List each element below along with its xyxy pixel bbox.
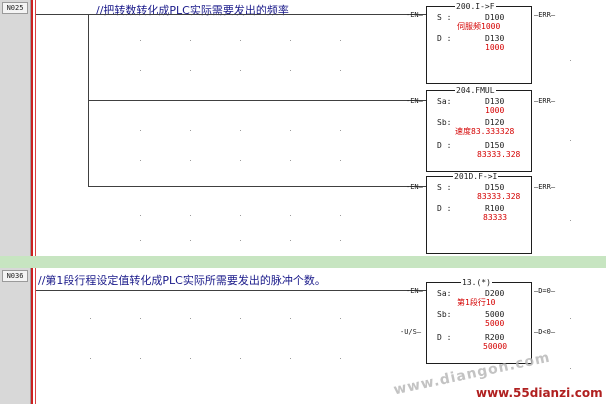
- block-201d-f-to-i[interactable]: 201D.F->I S : D150 83333.328 D : R100 83…: [426, 172, 532, 254]
- block3-row1-label: S :: [437, 183, 452, 192]
- block3-row2-value: R100: [485, 204, 505, 213]
- power-rail-left: [31, 268, 33, 404]
- block2-row2-current: 速度83.333328: [455, 127, 515, 136]
- block2-row3-label: D :: [437, 141, 452, 150]
- block4-row3-value: R200: [485, 333, 505, 342]
- rung-number-column: N025: [0, 0, 31, 256]
- block3-row2-label: D :: [437, 204, 452, 213]
- block4-row2-label: Sb:: [437, 310, 452, 319]
- power-rail-left-2: [35, 0, 36, 256]
- block4-us-pin: -U/S—: [400, 328, 422, 336]
- block2-row3-value: D150: [485, 141, 505, 150]
- block4-row1-value: D200: [485, 289, 505, 298]
- rung-n025[interactable]: N025 //把转数转化成PLC实际需要发出的频率 -EN— 200.I->F …: [0, 0, 606, 256]
- block1-row2-label: D :: [437, 34, 452, 43]
- block2-en-pin: -EN—: [406, 97, 423, 105]
- block3-row1-value: D150: [485, 183, 505, 192]
- block2-row3-current: 83333.328: [477, 150, 521, 159]
- block2-title: 204.FMUL: [455, 86, 496, 95]
- block2-row2-value: D120: [485, 118, 505, 127]
- block2-row1-value: D130: [485, 97, 505, 106]
- watermark-site: www.55dianzi.com: [476, 386, 603, 400]
- block-13-multiply[interactable]: 13.(*) Sa: D200 第1段行10 Sb: 5000 5000 D :…: [426, 278, 532, 364]
- block3-row1-current: 83333.328: [477, 192, 521, 201]
- block4-row3-label: D :: [437, 333, 452, 342]
- rung-comment: //第1段行程设定值转化成PLC实际所需要发出的脉冲个数。: [38, 274, 326, 287]
- rung-separator: [0, 256, 606, 268]
- branch-wire-3: [88, 186, 430, 187]
- block4-row1-current: 第1段行10: [457, 298, 496, 307]
- rung-comment: //把转数转化成PLC实际需要发出的频率: [96, 4, 289, 17]
- block4-row2-current: 5000: [485, 319, 505, 328]
- block3-en-pin: -EN—: [406, 183, 423, 191]
- block1-title: 200.I->F: [455, 2, 496, 11]
- power-rail-left: [31, 0, 33, 256]
- block1-row1-label: S :: [437, 13, 452, 22]
- block1-row1-current: 伺服频1000: [457, 22, 501, 31]
- block-200-i-to-f[interactable]: 200.I->F S : D100 伺服频1000 D : D130 1000: [426, 2, 532, 84]
- block1-row2-value: D130: [485, 34, 505, 43]
- block4-en-pin: -EN—: [406, 287, 423, 295]
- rung-n036[interactable]: N036 //第1段行程设定值转化成PLC实际所需要发出的脉冲个数。 -EN— …: [0, 268, 606, 404]
- rung-number-column: N036: [0, 268, 31, 404]
- block4-negative-flag-pin: —D<0—: [534, 328, 556, 336]
- rung-wire-main: [36, 14, 430, 15]
- branch-wire-2: [88, 100, 430, 101]
- block4-row1-label: Sa:: [437, 289, 452, 298]
- block4-row3-current: 50000: [483, 342, 508, 351]
- block4-title: 13.(*): [461, 278, 492, 287]
- block1-row1-value: D100: [485, 13, 505, 22]
- block2-err-pin: —ERR—: [534, 97, 556, 105]
- rung-number: N036: [2, 270, 28, 282]
- block3-title: 201D.F->I: [453, 172, 499, 181]
- block4-row2-value: 5000: [485, 310, 505, 319]
- block1-en-pin: -EN—: [406, 11, 423, 19]
- block2-row1-current: 1000: [485, 106, 505, 115]
- block1-err-pin: —ERR—: [534, 11, 556, 19]
- block-204-fmul[interactable]: 204.FMUL Sa: D130 1000 Sb: D120 速度83.333…: [426, 86, 532, 172]
- block1-row2-current: 1000: [485, 43, 505, 52]
- rung-wire-main: [36, 290, 430, 291]
- rung-number: N025: [2, 2, 28, 14]
- block4-zero-flag-pin: —D=0—: [534, 287, 556, 295]
- block3-err-pin: —ERR—: [534, 183, 556, 191]
- block2-row2-label: Sb:: [437, 118, 452, 127]
- power-rail-left-2: [35, 268, 36, 404]
- block2-row1-label: Sa:: [437, 97, 452, 106]
- block3-row2-current: 83333: [483, 213, 508, 222]
